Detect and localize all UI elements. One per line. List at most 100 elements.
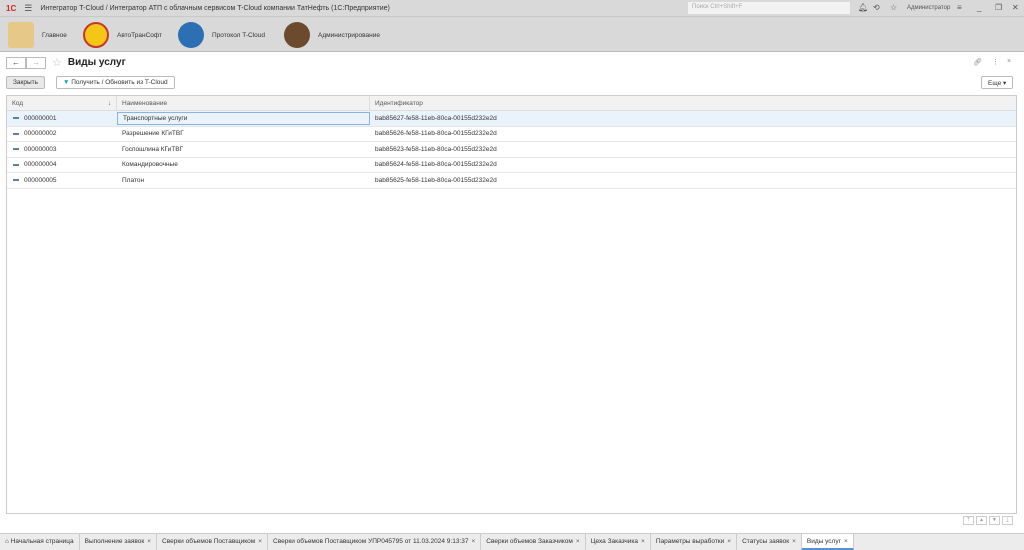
services-table: Код ↓ Наименование Идентификатор 00000000…: [6, 95, 1017, 514]
dropdown-triangle-icon: ▼: [63, 79, 70, 86]
more-button[interactable]: Еще ▾: [981, 76, 1014, 89]
minimize-icon[interactable]: _: [977, 3, 981, 12]
window-tab[interactable]: Выполнение заявок ×: [80, 534, 158, 550]
window-tab[interactable]: Сверки объемов Поставщиком УПР045795 от …: [268, 534, 482, 550]
clock-icon: [83, 22, 109, 48]
item-icon: [13, 148, 19, 151]
item-icon: [13, 179, 19, 182]
section-label: АвтоТранСофт: [117, 31, 163, 39]
open-windows-bar: ⌂ Начальная страница Выполнение заявок × Св…: [0, 533, 1024, 550]
cell-name[interactable]: Командировочные: [117, 161, 370, 168]
cell-name[interactable]: Разрешение КГиТВГ: [117, 130, 370, 137]
table-header: Код ↓ Наименование Идентификатор: [7, 96, 1016, 111]
restore-icon[interactable]: ❐: [995, 3, 1002, 12]
window-tab[interactable]: Сверки объемов Поставщиком ×: [157, 534, 269, 550]
col-code[interactable]: Код ↓: [7, 96, 117, 110]
star-icon[interactable]: ☆: [890, 3, 897, 12]
close-window-icon[interactable]: ✕: [1012, 3, 1019, 12]
item-icon: [13, 132, 19, 135]
scroll-down-button[interactable]: ▼: [989, 516, 1000, 525]
cell-code: 000000001: [7, 115, 117, 122]
history-icon[interactable]: ⟲: [873, 3, 880, 12]
window-title: Интегратор T-Cloud / Интегратор АТП с об…: [40, 4, 390, 12]
table-row[interactable]: 000000001 Транспортные услуги bab85627-fe5…: [7, 111, 1016, 127]
cell-id: bab85627-fe58-11eb-80ca-00155d232e2d: [375, 114, 497, 122]
cell-code: 000000005: [7, 177, 117, 184]
close-tab-icon[interactable]: ×: [727, 538, 731, 545]
table-row[interactable]: 000000005 Платон bab85625-fe58-11eb-80ca-0…: [7, 173, 1016, 189]
tab-label: Сверки объемов Поставщиком: [162, 538, 256, 545]
window-tab[interactable]: Статусы заявок ×: [737, 534, 802, 550]
cell-id: bab85625-fe58-11eb-80ca-00155d232e2d: [375, 176, 497, 184]
col-id[interactable]: Идентификатор: [370, 96, 1016, 110]
back-button[interactable]: ←: [6, 56, 26, 69]
close-tab-icon[interactable]: ×: [576, 538, 580, 545]
tab-label: Виды услуг: [806, 538, 841, 545]
fetch-tcloud-button[interactable]: ▼ Получить / Обновить из T-Cloud: [56, 76, 175, 89]
col-name[interactable]: Наименование: [117, 96, 370, 110]
link-icon[interactable]: 🔗︎: [973, 58, 982, 66]
more-label: Еще: [988, 80, 1002, 87]
tab-label: Цеха Заказчика: [590, 538, 639, 545]
window-tab[interactable]: Виды услуг ×: [801, 534, 854, 550]
scroll-top-button[interactable]: ⤒: [963, 516, 974, 525]
item-icon: [13, 117, 19, 120]
section-label: Главное: [42, 31, 67, 39]
page-title: Виды услуг: [67, 57, 126, 68]
cell-id: bab85623-fe58-11eb-80ca-00155d232e2d: [375, 145, 497, 153]
tab-label: Сверки объемов Поставщиком УПР045795 от …: [273, 538, 469, 545]
code-text: 000000002: [24, 130, 57, 138]
close-tab-icon[interactable]: ×: [472, 538, 476, 545]
cell-id: bab85624-fe58-11eb-80ca-00155d232e2d: [375, 161, 497, 169]
table-row[interactable]: 000000003 Госпошлина КГиТВГ bab85623-fe58-…: [7, 142, 1016, 158]
tab-label: Выполнение заявок: [84, 538, 145, 545]
search-input[interactable]: Поиск Ctrl+Shift+F: [688, 2, 850, 14]
cell-name[interactable]: Госпошлина КГиТВГ: [117, 146, 370, 153]
code-text: 000000003: [24, 145, 57, 153]
section-label: Протокол T-Cloud: [212, 31, 266, 39]
section-label: Администрирование: [318, 31, 380, 39]
cell-code: 000000004: [7, 161, 117, 168]
section-admin[interactable]: Администрирование: [284, 20, 380, 50]
sections-panel: Главное АвтоТранСофт Протокол T-Cloud Ад…: [0, 16, 1024, 52]
window-tab[interactable]: Цеха Заказчика ×: [586, 534, 651, 550]
app-logo: 1С: [6, 3, 17, 13]
table-row[interactable]: 000000002 Разрешение КГиТВГ bab85626-fe58-…: [7, 127, 1016, 142]
cell-code: 000000002: [7, 130, 117, 137]
cell-id: bab85626-fe58-11eb-80ca-00155d232e2d: [375, 130, 497, 138]
tab-label: Начальная страница: [10, 538, 74, 545]
close-tab-icon[interactable]: ×: [641, 538, 645, 545]
window-tab[interactable]: Сверки объемов Заказчиком ×: [481, 534, 586, 550]
desk-lamp-icon: [8, 22, 34, 48]
scroll-bottom-button[interactable]: ⤓: [1002, 516, 1013, 525]
forward-button[interactable]: →: [26, 56, 46, 69]
close-tab-icon[interactable]: ×: [147, 538, 151, 545]
cell-name[interactable]: Платон: [117, 177, 370, 184]
item-icon: [13, 163, 19, 166]
scroll-up-button[interactable]: ▲: [976, 516, 987, 525]
section-autotransoft[interactable]: АвтоТранСофт: [83, 20, 162, 50]
table-row[interactable]: 000000004 Командировочные bab85624-fe58-11…: [7, 158, 1016, 173]
section-main[interactable]: Главное: [8, 20, 67, 50]
api-cloud-icon: [178, 22, 204, 48]
cell-name[interactable]: Транспортные услуги: [117, 111, 370, 125]
close-tab-icon[interactable]: ×: [792, 538, 796, 545]
close-button[interactable]: Закрыть: [6, 76, 46, 89]
window-tab[interactable]: Параметры выработки ×: [651, 534, 738, 550]
bell-icon[interactable]: 🔔︎: [858, 3, 868, 12]
sort-down-icon: ↓: [107, 100, 111, 107]
window-tab[interactable]: ⌂ Начальная страница: [0, 534, 80, 550]
fetch-label: Получить / Обновить из T-Cloud: [71, 79, 168, 86]
close-tab-icon[interactable]: ×: [258, 538, 262, 545]
favorite-star-icon[interactable]: ☆: [52, 56, 62, 69]
menu-icon[interactable]: ☰: [24, 3, 32, 14]
header-label: Код: [12, 100, 24, 107]
more-vert-icon[interactable]: ⋮: [992, 58, 999, 66]
close-form-icon[interactable]: ×: [1007, 58, 1011, 65]
section-protocol[interactable]: Протокол T-Cloud: [178, 20, 265, 50]
settings-icon[interactable]: ≡: [957, 3, 962, 12]
code-text: 000000005: [24, 176, 57, 184]
admin-user-icon: [284, 22, 310, 48]
close-tab-icon[interactable]: ×: [844, 538, 848, 545]
user-name[interactable]: Администратор: [907, 5, 950, 11]
